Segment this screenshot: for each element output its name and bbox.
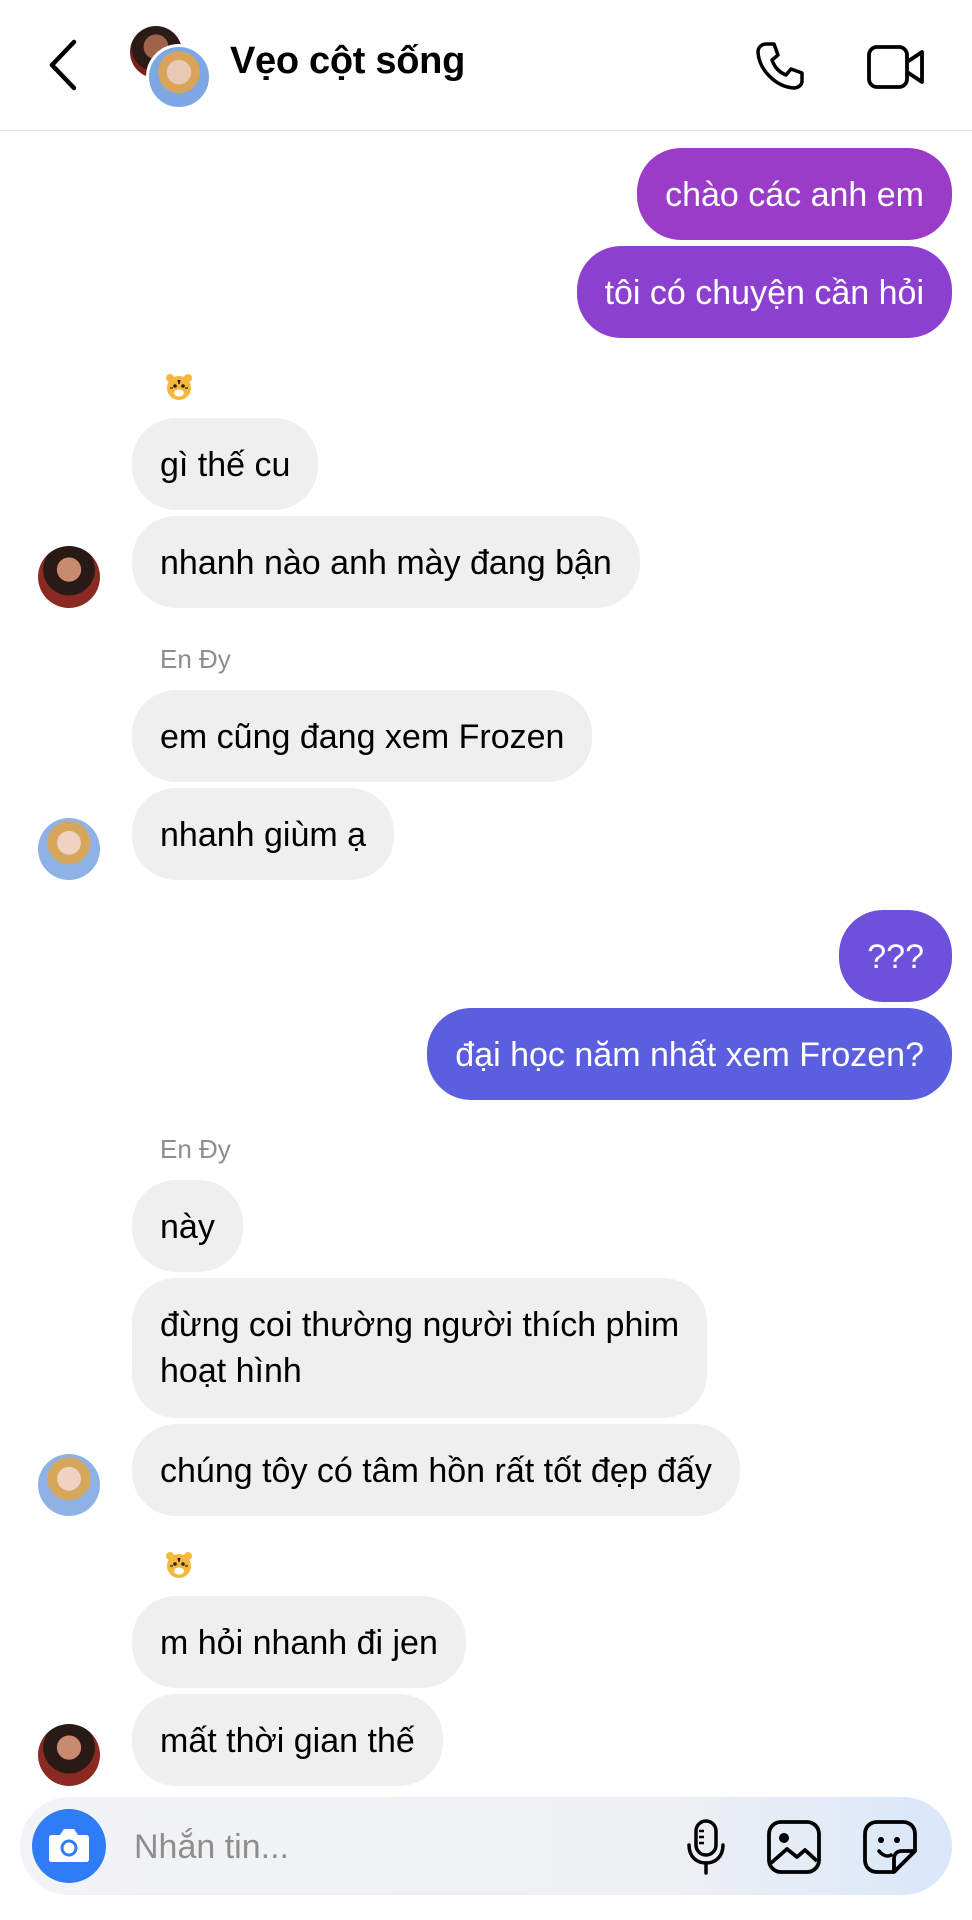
back-button[interactable]: [44, 38, 84, 92]
incoming-message[interactable]: gì thế cu: [132, 418, 319, 510]
sticker-icon: [863, 1820, 917, 1874]
outgoing-message[interactable]: ???: [839, 910, 952, 1002]
sender-avatar[interactable]: [38, 546, 100, 608]
incoming-message[interactable]: chúng tôy có tâm hồn rất tốt đẹp đấy: [132, 1424, 740, 1516]
voice-call-button[interactable]: [752, 38, 808, 94]
camera-icon: [49, 1829, 89, 1862]
camera-button[interactable]: [32, 1809, 106, 1883]
gallery-button[interactable]: [764, 1817, 824, 1877]
incoming-message[interactable]: em cũng đang xem Frozen: [132, 690, 593, 782]
chat-title[interactable]: Vẹo cột sống: [230, 40, 465, 83]
group-avatar[interactable]: [130, 26, 212, 110]
message-input[interactable]: [132, 1821, 656, 1873]
chevron-left-icon: [49, 39, 77, 91]
incoming-message[interactable]: đừng coi thường người thích phim hoạt hì…: [132, 1278, 708, 1418]
sticker-button[interactable]: [860, 1817, 920, 1877]
phone-icon: [756, 42, 804, 90]
image-icon: [767, 1820, 821, 1874]
sender-name: En Đy: [160, 1134, 231, 1164]
incoming-message[interactable]: nhanh giùm ạ: [132, 788, 395, 880]
incoming-message[interactable]: mất thời gian thế: [132, 1694, 443, 1786]
video-camera-icon: [867, 45, 924, 89]
member-avatar-2: [146, 44, 212, 110]
outgoing-message[interactable]: đại học năm nhất xem Frozen?: [427, 1008, 952, 1100]
outgoing-message[interactable]: chào các anh em: [637, 148, 952, 240]
sender-avatar[interactable]: [38, 1724, 100, 1786]
outgoing-message[interactable]: tôi có chuyện cần hỏi: [576, 246, 952, 338]
incoming-message[interactable]: này: [132, 1180, 243, 1272]
sender-avatar[interactable]: [38, 1454, 100, 1516]
tiger-face-icon: [166, 374, 192, 400]
video-call-button[interactable]: [866, 42, 926, 92]
message-line: đừng coi thường người thích phim: [160, 1306, 680, 1344]
sender-name: En Đy: [160, 644, 231, 674]
microphone-icon: [687, 1819, 725, 1875]
incoming-message[interactable]: nhanh nào anh mày đang bận: [132, 516, 640, 608]
voice-message-button[interactable]: [684, 1817, 728, 1877]
message-line: hoạt hình: [160, 1352, 302, 1390]
sender-avatar[interactable]: [38, 818, 100, 880]
tiger-face-icon: [166, 1552, 192, 1578]
chat-header: Vẹo cột sống: [0, 0, 972, 131]
message-composer: [20, 1797, 952, 1895]
incoming-message[interactable]: m hỏi nhanh đi jen: [132, 1596, 466, 1688]
